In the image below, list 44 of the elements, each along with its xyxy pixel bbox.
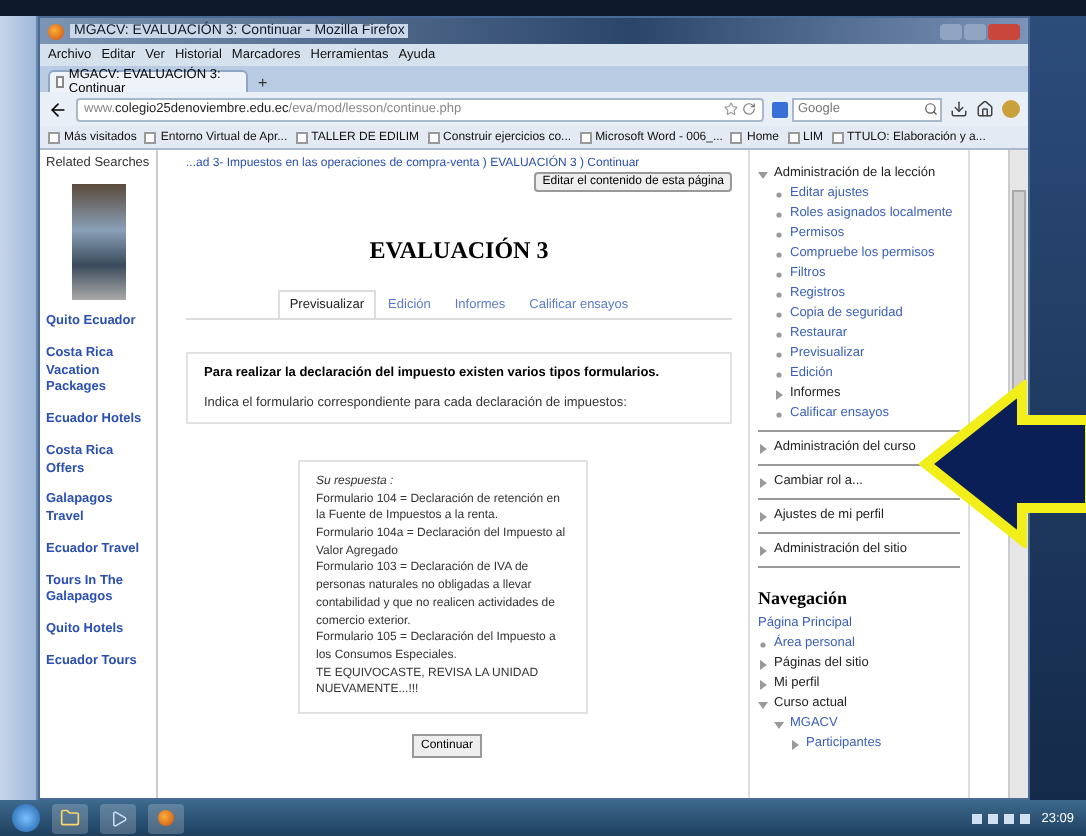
collapsed-caret-icon[interactable]	[758, 545, 768, 555]
start-button[interactable]	[12, 804, 40, 832]
collapsed-caret-icon[interactable]	[774, 389, 784, 399]
download-icon[interactable]	[950, 100, 968, 118]
folder-icon[interactable]	[52, 803, 88, 833]
bullet-icon	[774, 349, 784, 359]
firefox-logo-icon	[48, 23, 64, 39]
expanded-caret-icon[interactable]	[758, 699, 768, 709]
collapsed-caret-icon[interactable]	[790, 739, 800, 749]
bullet-icon	[774, 329, 784, 339]
back-icon[interactable]	[48, 99, 68, 119]
search-engine-icon	[772, 101, 788, 117]
home-icon[interactable]	[976, 100, 994, 118]
collapsed-caret-icon[interactable]	[758, 477, 768, 487]
bullet-icon	[774, 249, 784, 259]
page-icon	[56, 76, 65, 88]
reload-icon[interactable]	[742, 102, 756, 116]
close-button[interactable]	[988, 23, 1020, 39]
bullet-icon	[774, 209, 784, 219]
avatar-icon[interactable]	[1002, 100, 1020, 118]
new-tab-button[interactable]: +	[252, 74, 274, 92]
bullet-icon	[774, 369, 784, 379]
search-icon[interactable]	[924, 101, 938, 115]
minimize-button[interactable]	[940, 23, 962, 39]
page-heading: EVALUACIÓN 3	[369, 236, 549, 266]
bullet-icon	[774, 269, 784, 279]
media-player-icon[interactable]	[100, 803, 136, 833]
bullet-icon	[758, 639, 768, 649]
star-icon[interactable]	[724, 102, 738, 116]
bullet-icon	[774, 229, 784, 239]
bullet-icon	[774, 289, 784, 299]
collapsed-caret-icon[interactable]	[758, 659, 768, 669]
expanded-caret-icon[interactable]	[774, 719, 784, 729]
collapsed-caret-icon[interactable]	[758, 679, 768, 689]
bullet-icon	[774, 189, 784, 199]
photo-placeholder	[71, 184, 125, 300]
collapsed-caret-icon[interactable]	[758, 443, 768, 453]
maximize-button[interactable]	[964, 23, 986, 39]
collapsed-caret-icon[interactable]	[758, 511, 768, 521]
firefox-icon[interactable]	[148, 803, 184, 833]
bullet-icon	[774, 309, 784, 319]
expanded-caret-icon[interactable]	[758, 169, 768, 179]
navigation-title: Navegación	[758, 588, 849, 608]
bullet-icon	[774, 409, 784, 419]
